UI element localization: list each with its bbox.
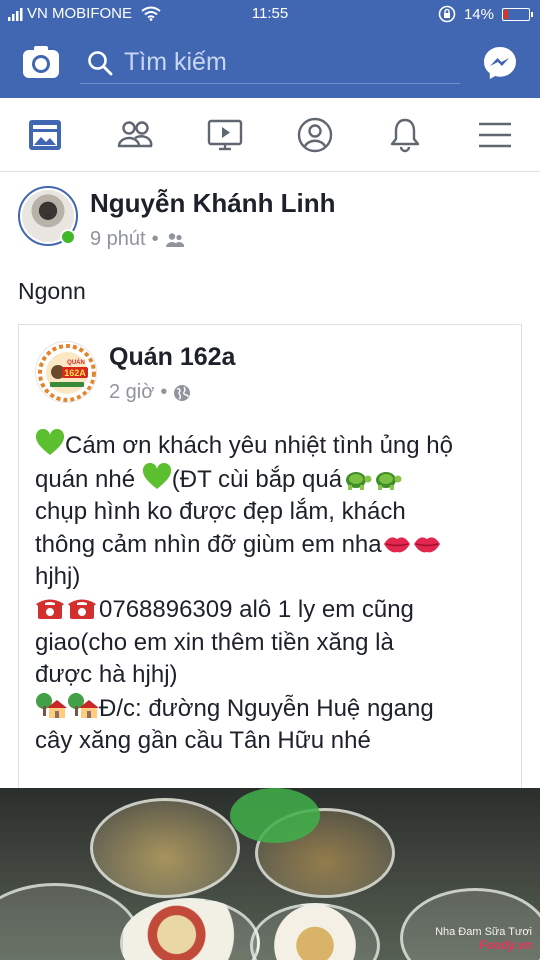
body-line-3: chụp hình ko được đẹp lắm, khách	[35, 498, 406, 526]
rotation-lock-icon	[438, 5, 456, 23]
page-logo[interactable]: 162A QUÁN	[35, 341, 97, 403]
battery-icon	[502, 7, 533, 21]
turtle-icon	[346, 471, 372, 490]
battery-level	[504, 9, 508, 19]
body-line-8: được hà hjhj)	[35, 661, 178, 689]
search-icon	[88, 50, 113, 75]
body-line-1: Cám ơn khách yêu nhiệt tình ủng hộ	[35, 429, 515, 463]
turtle-icon	[376, 471, 402, 490]
battery-percent: 14%	[463, 5, 494, 23]
drink-cup	[120, 898, 260, 960]
post-meta: 9 phút •	[90, 228, 185, 251]
video-icon	[207, 119, 243, 150]
watermark-brand: Foody.vn	[479, 938, 532, 952]
search-input[interactable]	[124, 48, 444, 77]
shared-page-name[interactable]: Quán 162a	[109, 343, 235, 372]
tab-friends[interactable]	[90, 98, 180, 171]
status-bar: VN MOBIFONE 11:55 14%	[0, 0, 540, 28]
kiss-lips-icon	[383, 537, 410, 553]
tab-notifications[interactable]	[360, 98, 450, 171]
messenger-icon[interactable]	[482, 45, 518, 81]
house-with-garden-icon	[68, 692, 99, 718]
drink-cup	[250, 903, 380, 960]
post-text: Ngonn	[18, 278, 86, 304]
body-line-10: cây xăng gần cầu Tân Hữu nhé	[35, 727, 371, 755]
green-heart-icon	[142, 462, 171, 489]
quan-162a-logo: 162A QUÁN	[37, 343, 96, 402]
profile-icon	[297, 117, 333, 152]
top-bar	[0, 28, 540, 98]
green-heart-icon	[35, 429, 65, 455]
online-status-dot	[60, 229, 76, 245]
tab-news-feed[interactable]	[0, 98, 90, 171]
drink-cup	[90, 798, 240, 898]
shared-post-meta: 2 giờ •	[109, 381, 191, 404]
body-line-5: hjhj)	[35, 563, 81, 591]
body-text-1: Cám ơn khách yêu nhiệt tình ủng hộ	[65, 432, 453, 459]
drink-cup	[0, 883, 140, 960]
tab-watch[interactable]	[180, 98, 270, 171]
globe-icon[interactable]	[173, 384, 191, 402]
body-line-7: giao(cho em xin thêm tiền xăng là	[35, 628, 394, 656]
logo-quan-text: QUÁN	[67, 359, 85, 366]
kiss-lips-icon	[413, 537, 440, 553]
body-text-4: thông cảm nhìn đỡ giùm em nha	[35, 530, 382, 558]
body-text-9: Đ/c: đường Nguyễn Huệ ngang	[99, 694, 434, 722]
body-line-4: thông cảm nhìn đỡ giùm em nha	[35, 529, 515, 562]
house-with-garden-icon	[36, 692, 67, 718]
shared-meta-separator: •	[160, 381, 168, 403]
meta-separator: •	[151, 228, 159, 250]
shared-post-time[interactable]: 2 giờ	[109, 381, 154, 404]
body-text-2a: quán nhé	[35, 465, 142, 493]
status-right: 14%	[438, 5, 533, 23]
nav-tabs	[0, 98, 540, 172]
tab-profile[interactable]	[270, 98, 360, 171]
telephone-icon	[68, 599, 96, 619]
post-photo[interactable]: Nha Đam Sữa Tươi Foody.vn	[0, 788, 540, 960]
news-feed-icon	[29, 119, 61, 150]
green-lid	[230, 788, 320, 843]
telephone-icon	[36, 599, 64, 619]
body-line-6: 0768896309 alô 1 ly em cũng	[35, 594, 515, 627]
body-text-2b: (ĐT cùi bắp quá	[171, 465, 343, 493]
friends-audience-icon[interactable]	[165, 232, 185, 248]
post-time[interactable]: 9 phút	[90, 228, 146, 251]
body-line-9: Đ/c: đường Nguyễn Huệ ngang	[35, 692, 515, 726]
photo-watermark: Nha Đam Sữa Tươi Foody.vn	[435, 926, 532, 952]
post-author[interactable]: Nguyễn Khánh Linh	[90, 188, 336, 219]
menu-icon	[479, 122, 511, 147]
tab-menu[interactable]	[450, 98, 540, 171]
shared-post-body: Cám ơn khách yêu nhiệt tình ủng hộ quán …	[35, 429, 515, 758]
body-text-6: 0768896309 alô 1 ly em cũng	[99, 595, 414, 623]
search-box[interactable]	[80, 42, 460, 84]
body-line-2: quán nhé (ĐT cùi bắp quá	[35, 462, 515, 497]
bell-icon	[390, 118, 420, 152]
friends-icon	[117, 120, 153, 147]
logo-number-text: 162A	[64, 368, 86, 378]
camera-icon[interactable]	[22, 44, 60, 82]
